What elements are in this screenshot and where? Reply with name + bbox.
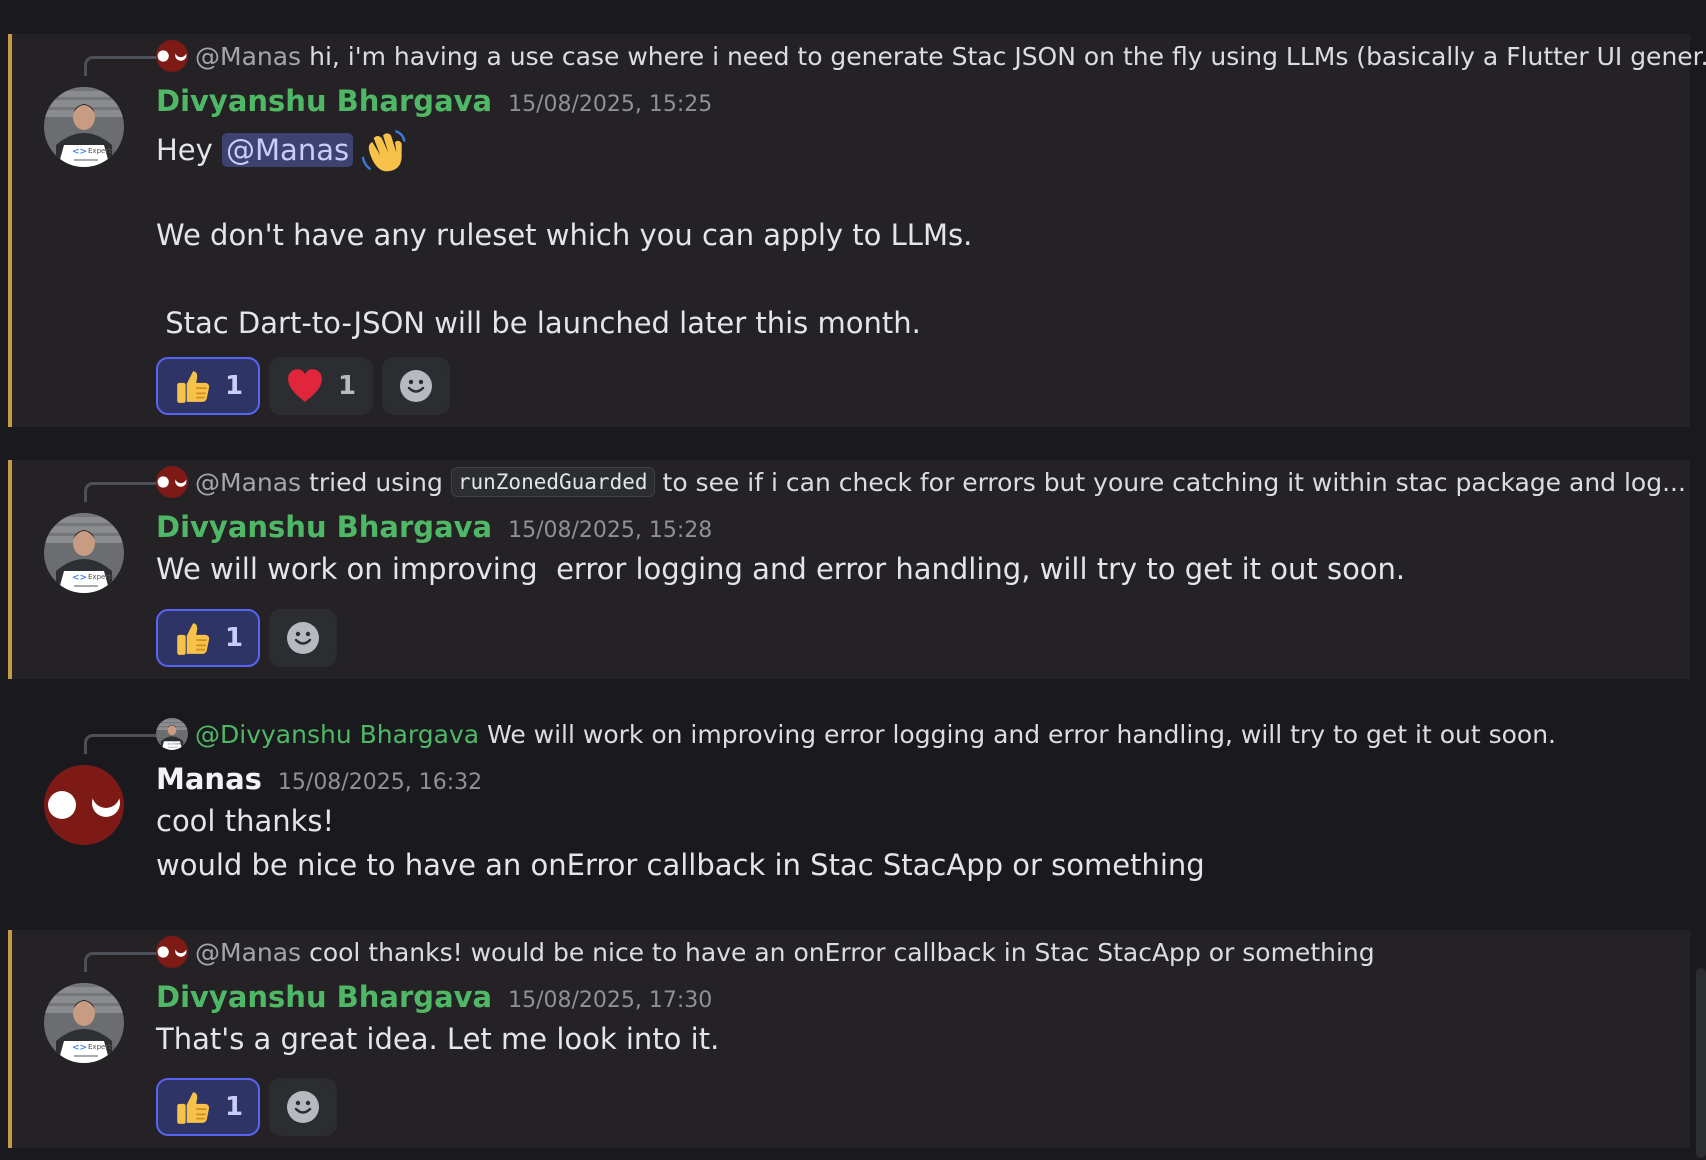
thumbs-up-emoji (173, 1088, 211, 1126)
message-1[interactable]: @Manas hi, i'm having a use case where i… (8, 34, 1706, 427)
avatar-manas[interactable] (44, 765, 124, 845)
reply-preview[interactable]: @Divyanshu Bhargava We will work on impr… (156, 716, 1556, 752)
reply-author[interactable]: @Divyanshu Bhargava (195, 720, 479, 749)
reply-author[interactable]: @Manas (195, 938, 301, 967)
reply-text: tried using (309, 467, 443, 497)
thumbs-up-emoji (173, 367, 211, 405)
smiley-face-icon (285, 620, 321, 656)
reply-text: We will work on improving error logging … (487, 719, 1556, 749)
reaction-count: 1 (224, 1092, 244, 1122)
mini-avatar-manas (156, 40, 188, 72)
timestamp: 15/08/2025, 15:28 (508, 518, 713, 543)
add-reaction-button[interactable] (269, 609, 337, 667)
add-reaction-button[interactable] (269, 1078, 337, 1136)
reply-author[interactable]: @Manas (195, 42, 301, 71)
reaction-thumbs-up[interactable]: 1 (156, 609, 260, 667)
message-text-line: cool thanks! (156, 804, 335, 838)
reply-text: cool thanks! would be nice to have an on… (309, 937, 1375, 967)
reaction-count: 1 (224, 371, 244, 401)
reply-preview[interactable]: @Manas cool thanks! would be nice to hav… (156, 934, 1375, 970)
reaction-count: 1 (224, 623, 244, 653)
reply-connector (84, 734, 160, 754)
message-text-line: Hey @Manas (156, 126, 407, 174)
author-name[interactable]: Divyanshu Bhargava (156, 980, 492, 1014)
scrollbar[interactable] (1696, 968, 1706, 1158)
reply-author[interactable]: @Manas (195, 468, 301, 497)
message-text-line: We don't have any ruleset which you can … (156, 218, 973, 252)
message-4[interactable]: @Manas cool thanks! would be nice to hav… (8, 930, 1690, 1148)
thumbs-up-emoji (173, 619, 211, 657)
mini-avatar-manas (156, 466, 188, 498)
mini-avatar-divyanshu (156, 718, 188, 750)
timestamp: 15/08/2025, 16:32 (277, 770, 483, 795)
avatar-divyanshu[interactable] (44, 983, 124, 1063)
author-name[interactable]: Manas (156, 762, 262, 796)
waving-hand-emoji (359, 126, 407, 174)
timestamp: 15/08/2025, 15:25 (508, 92, 713, 117)
reply-text: to see if i can check for errors but you… (662, 467, 1686, 497)
mini-avatar-manas (156, 936, 188, 968)
author-name[interactable]: Divyanshu Bhargava (156, 84, 492, 118)
timestamp: 15/08/2025, 17:30 (508, 988, 713, 1013)
message-text-line: That's a great idea. Let me look into it… (156, 1022, 720, 1056)
reaction-thumbs-up[interactable]: 1 (156, 357, 260, 415)
avatar-divyanshu[interactable] (44, 87, 124, 167)
smiley-face-icon (285, 1089, 321, 1125)
reaction-thumbs-up[interactable]: 1 (156, 1078, 260, 1136)
reply-connector (84, 482, 160, 502)
author-name[interactable]: Divyanshu Bhargava (156, 510, 492, 544)
reply-preview[interactable]: @Manas tried using runZonedGuarded to se… (156, 464, 1686, 500)
user-mention[interactable]: @Manas (222, 133, 354, 167)
reply-connector (84, 56, 160, 76)
heart-emoji (286, 367, 324, 405)
reaction-heart[interactable]: 1 (269, 357, 373, 415)
inline-code: runZonedGuarded (450, 467, 655, 497)
avatar-divyanshu[interactable] (44, 513, 124, 593)
smiley-face-icon (398, 368, 434, 404)
add-reaction-button[interactable] (382, 357, 450, 415)
message-text-line: We will work on improving error logging … (156, 552, 1406, 586)
reply-text: hi, i'm having a use case where i need t… (309, 41, 1706, 71)
reply-preview[interactable]: @Manas hi, i'm having a use case where i… (156, 38, 1706, 74)
reaction-count: 1 (337, 371, 357, 401)
message-2[interactable]: @Manas tried using runZonedGuarded to se… (8, 460, 1690, 679)
reply-connector (84, 952, 160, 972)
message-text-line: would be nice to have an onError callbac… (156, 848, 1205, 882)
message-3[interactable]: @Divyanshu Bhargava We will work on impr… (8, 712, 1690, 892)
message-text-line: Stac Dart-to-JSON will be launched later… (156, 306, 921, 340)
